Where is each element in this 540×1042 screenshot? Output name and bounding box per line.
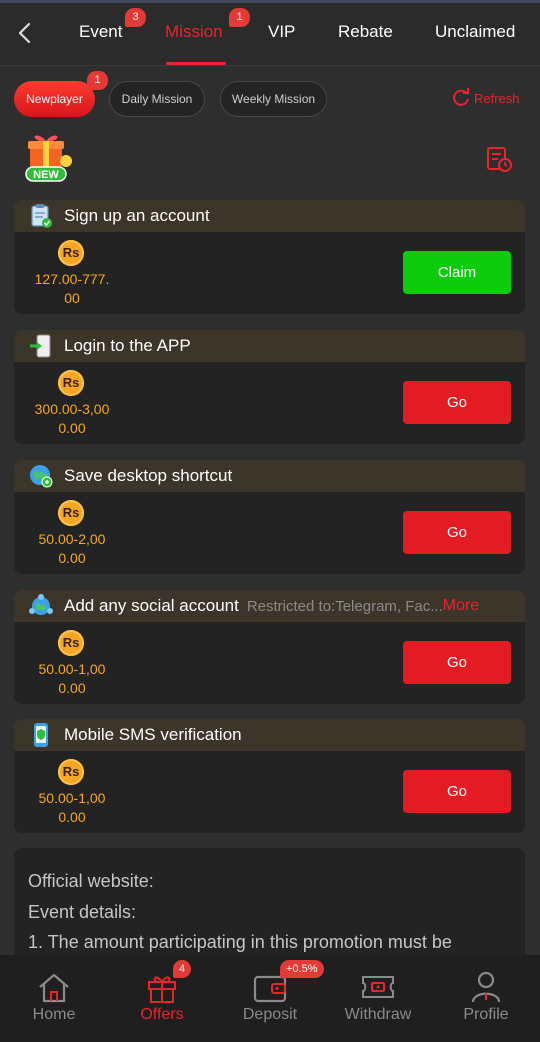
history-record-icon[interactable] <box>485 145 513 173</box>
reward-line-1: 50.00-1,00 <box>38 661 106 677</box>
new-gift-icon: NEW <box>25 135 72 182</box>
globe-shortcut-icon <box>30 465 53 488</box>
top-divider <box>0 0 540 3</box>
description-line: Event details: <box>28 901 137 922</box>
claim-button[interactable]: Claim <box>403 251 511 294</box>
bottom-navigation: Home 4 Offers +0.5% Deposit Withdraw Pro… <box>0 955 540 1042</box>
withdraw-icon <box>362 976 394 998</box>
mission-card-header: Login to the APP <box>14 330 525 362</box>
go-button[interactable]: Go <box>403 511 511 554</box>
filter-daily-mission[interactable]: Daily Mission <box>109 81 205 117</box>
nav-label: Withdraw <box>344 1006 412 1023</box>
reward-amount: 300.00-3,00 0.00 <box>14 400 130 438</box>
mission-card-login: Login to the APP Rs 300.00-3,00 0.00 Go <box>14 330 525 444</box>
nav-label: Deposit <box>242 1006 298 1023</box>
filter-newplayer[interactable]: Newplayer <box>14 81 95 117</box>
restriction-note: Restricted to:Telegram, Fac... <box>246 597 443 615</box>
refresh-icon <box>453 88 469 106</box>
deposit-bonus-badge: +0.5% <box>280 960 324 978</box>
mission-badge: 1 <box>229 8 250 27</box>
filter-weekly-mission[interactable]: Weekly Mission <box>220 81 327 117</box>
reward-amount: 50.00-2,00 0.00 <box>14 530 130 568</box>
home-icon <box>39 973 69 1003</box>
mission-title: Add any social account <box>64 596 239 615</box>
rupee-coin-icon: Rs <box>58 370 84 396</box>
nav-label: Profile <box>463 1006 509 1023</box>
mission-card-header: Sign up an account <box>14 200 525 232</box>
mission-card-sms: Mobile SMS verification Rs 50.00-1,00 0.… <box>14 719 525 833</box>
mission-title: Sign up an account <box>64 206 210 225</box>
rupee-coin-icon: Rs <box>58 500 84 526</box>
mission-card-shortcut: Save desktop shortcut Rs 50.00-2,00 0.00… <box>14 460 525 574</box>
tab-unclaimed[interactable]: Unclaimed <box>435 22 515 42</box>
more-link[interactable]: More <box>443 597 479 615</box>
mission-card-signup: Sign up an account Rs 127.00-777. 00 Cla… <box>14 200 525 314</box>
mission-card-body: Rs 127.00-777. 00 Claim <box>14 232 525 314</box>
clipboard-check-icon <box>31 204 52 228</box>
mission-card-body: Rs 50.00-1,00 0.00 Go <box>14 622 525 704</box>
top-navigation: Event 3 Mission 1 VIP Rebate Unclaimed <box>0 0 540 66</box>
nav-label: Offers <box>140 1006 184 1023</box>
active-tab-indicator <box>166 62 226 65</box>
description-line: 1. The amount participating in this prom… <box>28 932 452 952</box>
phone-login-icon <box>30 334 51 358</box>
mission-card-header: Save desktop shortcut <box>14 460 525 492</box>
reward-line-2: 0.00 <box>58 550 86 566</box>
tab-mission[interactable]: Mission <box>165 22 223 42</box>
reward-amount: 127.00-777. 00 <box>14 270 130 308</box>
mission-title: Mobile SMS verification <box>64 725 242 744</box>
nav-label: Home <box>32 1006 76 1023</box>
mission-title: Login to the APP <box>64 336 191 355</box>
nav-offers[interactable]: 4 Offers <box>108 955 216 1042</box>
mission-card-body: Rs 50.00-2,00 0.00 Go <box>14 492 525 574</box>
refresh-label: Refresh <box>474 90 520 106</box>
reward-amount: 50.00-1,00 0.00 <box>14 789 130 827</box>
rupee-coin-icon: Rs <box>58 630 84 656</box>
refresh-button[interactable]: Refresh <box>451 88 520 108</box>
offers-badge: 4 <box>173 960 192 978</box>
back-arrow-icon[interactable] <box>14 20 36 46</box>
mission-card-social: Add any social account Restricted to:Tel… <box>14 590 525 704</box>
reward-line-2: 00 <box>64 290 80 306</box>
reward-line-2: 0.00 <box>58 809 86 825</box>
mission-card-body: Rs 300.00-3,00 0.00 Go <box>14 362 525 444</box>
nav-deposit[interactable]: +0.5% Deposit <box>216 955 324 1042</box>
description-line: Official website: <box>28 871 154 891</box>
social-globe-icon <box>29 594 53 615</box>
reward-line-1: 127.00-777. <box>34 271 110 287</box>
event-description: Official website: Event details: 1. The … <box>14 848 525 958</box>
reward-line-2: 0.00 <box>58 420 86 436</box>
tab-event[interactable]: Event <box>79 22 122 42</box>
go-button[interactable]: Go <box>403 770 511 813</box>
event-badge: 3 <box>125 8 146 27</box>
mission-card-header: Mobile SMS verification <box>14 719 525 751</box>
reward-line-1: 300.00-3,00 <box>34 401 110 417</box>
tab-vip[interactable]: VIP <box>268 22 295 42</box>
go-button[interactable]: Go <box>403 381 511 424</box>
nav-home[interactable]: Home <box>0 955 108 1042</box>
mission-card-body: Rs 50.00-1,00 0.00 Go <box>14 751 525 833</box>
tab-rebate[interactable]: Rebate <box>338 22 393 42</box>
phone-shield-icon <box>34 723 48 747</box>
reward-line-1: 50.00-1,00 <box>38 790 106 806</box>
nav-profile[interactable]: Profile <box>432 955 540 1042</box>
reward-line-1: 50.00-2,00 <box>38 531 106 547</box>
nav-withdraw[interactable]: Withdraw <box>324 955 432 1042</box>
profile-icon <box>471 971 501 1003</box>
mission-card-header: Add any social account Restricted to:Tel… <box>14 590 525 622</box>
mission-title: Save desktop shortcut <box>64 466 233 485</box>
rupee-coin-icon: Rs <box>58 240 84 266</box>
svg-text:NEW: NEW <box>33 169 59 181</box>
newplayer-badge: 1 <box>87 71 108 90</box>
reward-line-2: 0.00 <box>58 680 86 696</box>
go-button[interactable]: Go <box>403 641 511 684</box>
rupee-coin-icon: Rs <box>58 759 84 785</box>
reward-amount: 50.00-1,00 0.00 <box>14 660 130 698</box>
